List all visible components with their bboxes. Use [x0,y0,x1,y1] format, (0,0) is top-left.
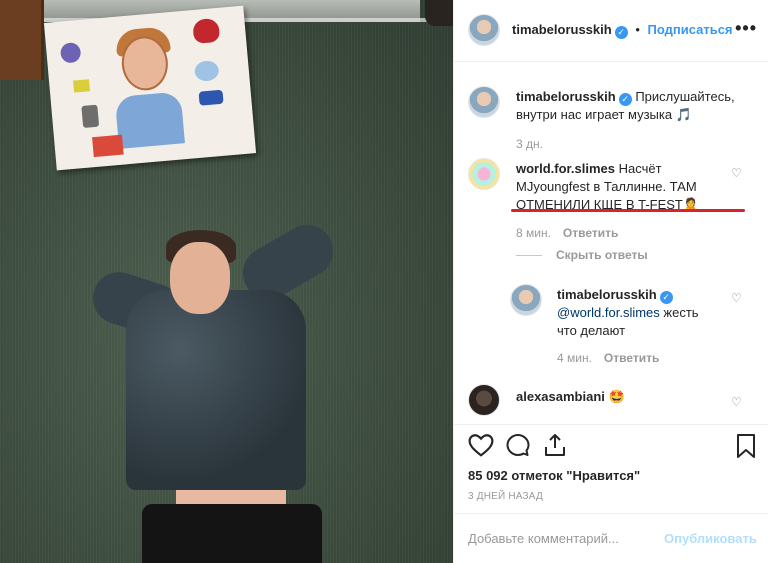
avatar[interactable] [468,86,500,118]
add-comment-input[interactable]: Добавьте комментарий... [468,531,619,546]
heart-icon [468,434,494,457]
red-underline [511,209,745,212]
caption-text-1: Прислушайтесь, [635,89,735,104]
share-icon [545,434,565,456]
caption-time[interactable]: 3 дн. [516,137,543,151]
mention-link[interactable]: @world.for.slimes [557,305,660,320]
post-header: timabelorusskih ✓ • Подписаться ••• [454,0,768,62]
follow-button[interactable]: Подписаться [648,22,733,37]
dot-separator: • [635,22,640,37]
person-lying [86,215,343,563]
reply-time[interactable]: 4 мин. [557,351,592,365]
avatar[interactable] [468,384,500,416]
comment-button[interactable] [506,433,530,457]
divider [454,513,768,514]
like-button[interactable] [468,433,494,457]
verified-icon: ✓ [659,291,673,304]
caption-text-2: внутри нас играет музыка 🎵 [516,107,692,122]
comment-time[interactable]: 8 мин. [516,226,551,240]
comment-username[interactable]: alexasambiani [516,389,605,404]
reply-text-2: что делают [557,323,626,338]
shoe [425,0,453,26]
comment-icon [506,434,530,456]
drawing-heart [192,17,221,44]
emoji: 🤩 [608,389,625,404]
comment: alexasambiani 🤩 [516,389,625,405]
divider-line [516,255,542,257]
drawing-shirt [114,91,185,149]
reply-text-1: жесть [663,305,699,320]
reply-username[interactable]: timabelorusskih [557,287,657,302]
avatar[interactable] [468,158,500,190]
divider [454,424,768,425]
bookmark-icon [737,434,755,458]
verified-icon: ✓ [614,26,628,39]
posted-ago[interactable]: 3 ДНЕЙ НАЗАД [468,491,543,502]
drawing-item [193,59,220,82]
person-pants [142,504,322,563]
comment: world.for.slimes Насчёт MJyoungfest в Та… [516,160,740,214]
verified-icon: ✓ [618,93,632,106]
comment-username[interactable]: world.for.slimes [516,161,615,176]
cabinet [0,0,44,80]
more-options-icon[interactable]: ••• [735,18,757,39]
save-button[interactable] [736,433,756,459]
person-head [170,242,230,314]
reply-comment: timabelorusskih ✓ @world.for.slimes жесть… [557,286,737,340]
drawing-item [59,41,82,64]
comments-panel: timabelorusskih ✓ • Подписаться ••• timab… [453,0,768,563]
drawing-item [73,79,91,93]
caption-username[interactable]: timabelorusskih [516,89,616,104]
child-drawing [43,5,257,171]
drawing-item [198,89,224,106]
likes-count[interactable]: 85 092 отметок "Нравится" [468,468,640,483]
like-comment-icon[interactable]: ♡ [731,291,742,305]
drawing-item [81,104,100,128]
share-button[interactable] [543,433,567,457]
like-comment-icon[interactable]: ♡ [731,166,742,180]
hide-replies-button[interactable]: Скрыть ответы [516,248,648,262]
comment-text-2: MJyoungfest в Таллинне. ТАМ [516,179,697,194]
person-torso [126,290,306,490]
avatar[interactable] [468,14,500,46]
like-comment-icon[interactable]: ♡ [731,395,742,409]
header-username[interactable]: timabelorusskih [512,22,612,37]
post-photo[interactable] [0,0,453,563]
reply-button[interactable]: Ответить [604,351,659,365]
drawing-item [92,134,124,158]
publish-button[interactable]: Опубликовать [664,531,757,546]
avatar[interactable] [510,284,542,316]
caption: timabelorusskih ✓ Прислушайтесь, внутри н… [516,88,756,124]
reply-button[interactable]: Ответить [563,226,618,240]
comment-text-1: Насчёт [618,161,662,176]
hide-replies-label: Скрыть ответы [556,248,648,262]
